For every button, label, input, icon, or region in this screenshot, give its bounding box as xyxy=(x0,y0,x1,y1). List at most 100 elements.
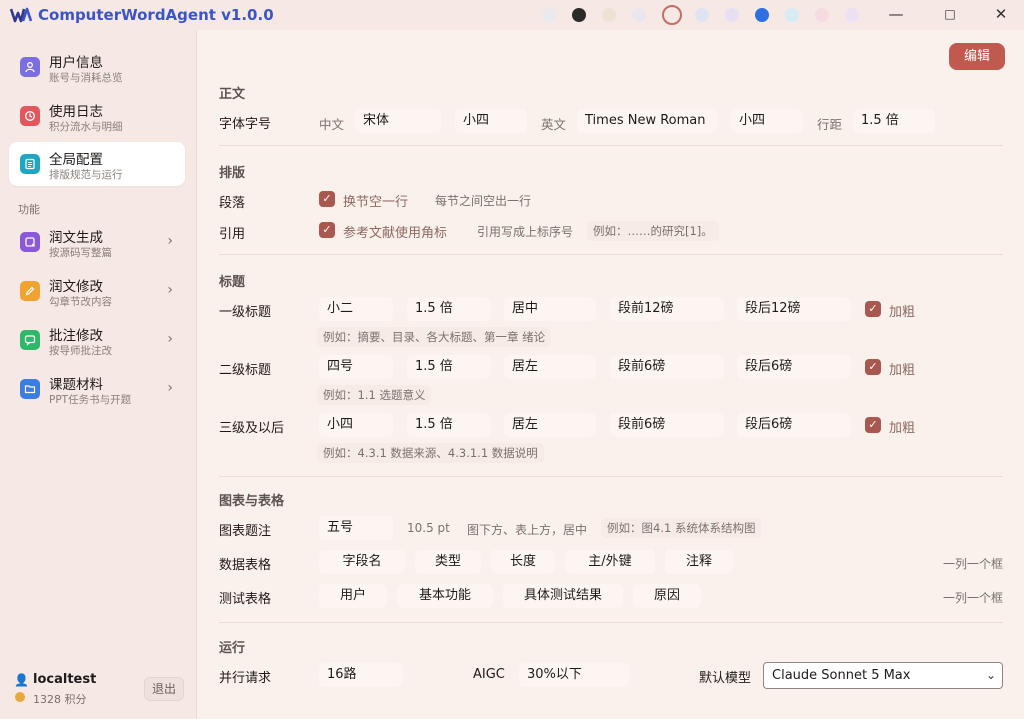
heading-2-spacing-field[interactable]: 1.5 倍 xyxy=(407,355,491,379)
model-select[interactable]: Claude Sonnet 5 Max ⌄ xyxy=(763,662,1003,689)
heading-3-spacing-field[interactable]: 1.5 倍 xyxy=(407,413,491,437)
heading-2-align-field[interactable]: 居左 xyxy=(504,355,596,379)
data-table-col-chip[interactable]: 字段名 xyxy=(319,550,405,574)
clock-icon xyxy=(20,106,40,126)
sidebar-item-subtitle: 排版规范与运行 xyxy=(49,169,123,181)
heading-3-size-field[interactable]: 小四 xyxy=(319,413,393,437)
section-blank-line-label: 换节空一行 xyxy=(343,195,409,210)
section-title-layout: 排版 xyxy=(219,166,246,181)
test-table-col-chip[interactable]: 原因 xyxy=(633,584,701,608)
data-table-note: 一列一个框 xyxy=(943,557,1004,571)
reference-superscript-checkbox[interactable]: ✓ xyxy=(319,222,335,238)
heading-3-label: 三级及以后 xyxy=(219,421,285,436)
sidebar-item-revise[interactable]: 润文修改 勾章节改内容 › xyxy=(9,269,185,313)
heading-2-size-field[interactable]: 四号 xyxy=(319,355,393,379)
cn-size-field[interactable]: 小四 xyxy=(455,109,527,133)
cn-label: 中文 xyxy=(319,117,345,132)
test-table-col-chip[interactable]: 具体测试结果 xyxy=(503,584,623,608)
aigc-label: AIGC xyxy=(473,667,505,682)
theme-swatch[interactable] xyxy=(632,8,646,22)
cn-font-field[interactable]: 宋体 xyxy=(355,109,441,133)
heading-3-align-field[interactable]: 居左 xyxy=(504,413,596,437)
aigc-field[interactable]: 30%以下 xyxy=(519,663,629,687)
test-table-col-chip[interactable]: 基本功能 xyxy=(397,584,493,608)
theme-swatch[interactable] xyxy=(662,5,682,25)
sidebar-item-usage-log[interactable]: 使用日志 积分流水与明细 xyxy=(9,94,185,138)
title-bar: ComputerWordAgent v1.0.0 — □ ✕ xyxy=(0,0,1024,30)
test-table-note: 一列一个框 xyxy=(943,591,1004,605)
chevron-down-icon: ⌄ xyxy=(985,668,996,682)
sidebar-item-title: 批注修改 xyxy=(49,328,103,344)
sidebar-item-title: 用户信息 xyxy=(49,55,103,71)
edit-button[interactable]: 编辑 xyxy=(949,43,1005,70)
section-title-run: 运行 xyxy=(219,641,246,656)
citation-note: 引用写成上标序号 xyxy=(477,225,574,239)
theme-swatch[interactable] xyxy=(542,8,556,22)
sidebar-item-annotation[interactable]: 批注修改 按导师批注改 › xyxy=(9,318,185,362)
sidebar-item-user-info[interactable]: 用户信息 账号与消耗总览 xyxy=(9,45,185,89)
reference-superscript-label: 参考文献使用角标 xyxy=(343,226,448,241)
features-section-label: 功能 xyxy=(18,203,40,216)
heading-3-before-field[interactable]: 段前6磅 xyxy=(610,413,724,437)
chevron-right-icon: › xyxy=(167,233,173,249)
theme-swatch[interactable] xyxy=(755,8,769,22)
sidebar-item-generate[interactable]: 润文生成 按源码写整篇 › xyxy=(9,220,185,264)
sidebar-item-global-config[interactable]: 全局配置 排版规范与运行 xyxy=(9,142,185,186)
sidebar-item-title: 全局配置 xyxy=(49,152,103,168)
theme-swatch[interactable] xyxy=(602,8,616,22)
data-table-col-chip[interactable]: 注释 xyxy=(665,550,733,574)
test-table-col-chip[interactable]: 用户 xyxy=(319,584,387,608)
heading-2-bold-label: 加粗 xyxy=(889,363,916,378)
heading-2-bold-checkbox[interactable]: ✓ xyxy=(865,359,881,375)
data-table-col-chip[interactable]: 类型 xyxy=(415,550,481,574)
sidebar-item-title: 润文修改 xyxy=(49,279,103,295)
heading-3-bold-checkbox[interactable]: ✓ xyxy=(865,417,881,433)
sidebar-item-subtitle: 积分流水与明细 xyxy=(49,121,123,133)
theme-swatch[interactable] xyxy=(845,8,859,22)
divider xyxy=(219,476,1003,477)
heading-1-spacing-field[interactable]: 1.5 倍 xyxy=(407,297,491,321)
theme-swatch[interactable] xyxy=(725,8,739,22)
sidebar-item-subtitle: 账号与消耗总览 xyxy=(49,72,123,84)
generate-icon xyxy=(20,232,40,252)
heading-3-after-field[interactable]: 段后6磅 xyxy=(737,413,851,437)
font-row-label: 字体字号 xyxy=(219,117,272,132)
theme-swatch[interactable] xyxy=(572,8,586,22)
maximize-button[interactable]: □ xyxy=(940,7,960,21)
heading-1-align-field[interactable]: 居中 xyxy=(504,297,596,321)
sidebar-item-subtitle: 按源码写整篇 xyxy=(49,247,112,259)
caption-size-field[interactable]: 五号 xyxy=(319,516,393,540)
caption-row-label: 图表题注 xyxy=(219,524,272,539)
theme-swatch[interactable] xyxy=(815,8,829,22)
heading-1-size-field[interactable]: 小二 xyxy=(319,297,393,321)
document-icon xyxy=(20,154,40,174)
section-title-tables: 图表与表格 xyxy=(219,494,285,509)
en-size-field[interactable]: 小四 xyxy=(731,109,803,133)
spacing-field[interactable]: 1.5 倍 xyxy=(853,109,935,133)
heading-1-before-field[interactable]: 段前12磅 xyxy=(610,297,724,321)
theme-swatch[interactable] xyxy=(695,8,709,22)
close-button[interactable]: ✕ xyxy=(991,5,1011,23)
sidebar-item-materials[interactable]: 课题材料 PPT任务书与开题 › xyxy=(9,367,185,411)
heading-3-example: 例如：4.3.1 数据来源、4.3.1.1 数据说明 xyxy=(317,443,544,463)
heading-2-after-field[interactable]: 段后6磅 xyxy=(737,355,851,379)
heading-2-before-field[interactable]: 段前6磅 xyxy=(610,355,724,379)
heading-1-bold-checkbox[interactable]: ✓ xyxy=(865,301,881,317)
section-blank-line-checkbox[interactable]: ✓ xyxy=(319,191,335,207)
data-table-col-chip[interactable]: 长度 xyxy=(491,550,555,574)
en-font-field[interactable]: Times New Roman xyxy=(577,109,717,133)
coin-icon xyxy=(15,692,25,702)
heading-1-after-field[interactable]: 段后12磅 xyxy=(737,297,851,321)
paragraph-row-label: 段落 xyxy=(219,196,246,211)
model-label: 默认模型 xyxy=(699,671,752,686)
sidebar-item-title: 课题材料 xyxy=(49,377,103,393)
app-logo-icon xyxy=(10,7,32,23)
model-select-value: Claude Sonnet 5 Max xyxy=(772,668,911,683)
minimize-button[interactable]: — xyxy=(886,5,906,23)
data-table-col-chip[interactable]: 主/外键 xyxy=(565,550,655,574)
user-avatar-icon: 👤 xyxy=(14,673,29,687)
logout-button[interactable]: 退出 xyxy=(144,677,184,701)
section-title-headings: 标题 xyxy=(219,275,246,290)
theme-swatch[interactable] xyxy=(785,8,799,22)
parallel-field[interactable]: 16路 xyxy=(319,663,403,687)
